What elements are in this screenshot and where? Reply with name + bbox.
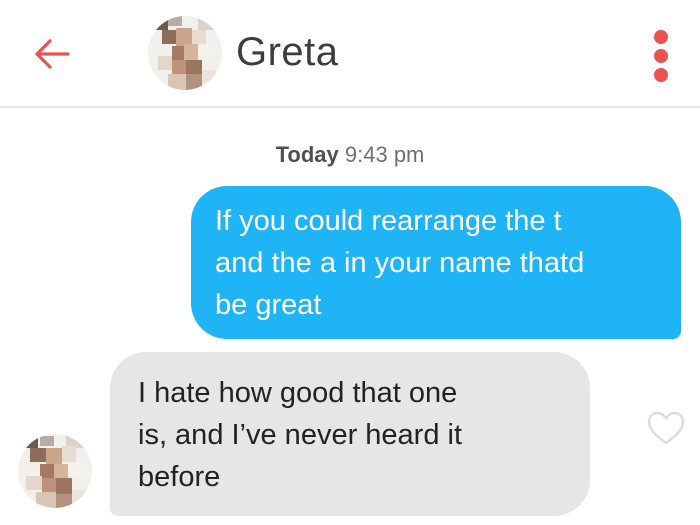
- contact-name[interactable]: Greta: [236, 30, 339, 75]
- incoming-message-bubble[interactable]: I hate how good that one is, and I’ve ne…: [110, 352, 590, 516]
- timestamp-time: 9:43 pm: [344, 142, 425, 167]
- timestamp-day: Today: [275, 142, 339, 167]
- more-vertical-icon: [654, 30, 668, 44]
- heart-outline-icon: [647, 411, 685, 445]
- contact-avatar[interactable]: [148, 16, 222, 90]
- arrow-left-icon: [35, 39, 70, 69]
- message-timestamp: Today 9:43 pm: [0, 142, 700, 168]
- outgoing-message-bubble[interactable]: If you could rearrange the t and the a i…: [191, 186, 681, 339]
- message-line: I hate how good that one: [138, 377, 458, 409]
- back-button[interactable]: [30, 34, 74, 74]
- sender-avatar[interactable]: [18, 434, 92, 508]
- avatar-image: [18, 434, 92, 508]
- like-message-button[interactable]: [646, 410, 686, 446]
- avatar-image: [148, 16, 222, 90]
- more-vertical-icon-dot: [654, 68, 668, 82]
- message-line: be great: [215, 289, 322, 321]
- more-options-button[interactable]: [646, 28, 676, 84]
- message-line: and the a in your name thatd: [215, 247, 585, 279]
- message-line: before: [138, 461, 221, 493]
- more-vertical-icon-dot: [654, 49, 668, 63]
- chat-screen: Greta Today 9:43 pm If you could rearran…: [0, 0, 700, 525]
- chat-header: Greta: [0, 0, 700, 108]
- message-line: If you could rearrange the t: [215, 205, 562, 237]
- message-line: is, and I’ve never heard it: [138, 419, 463, 451]
